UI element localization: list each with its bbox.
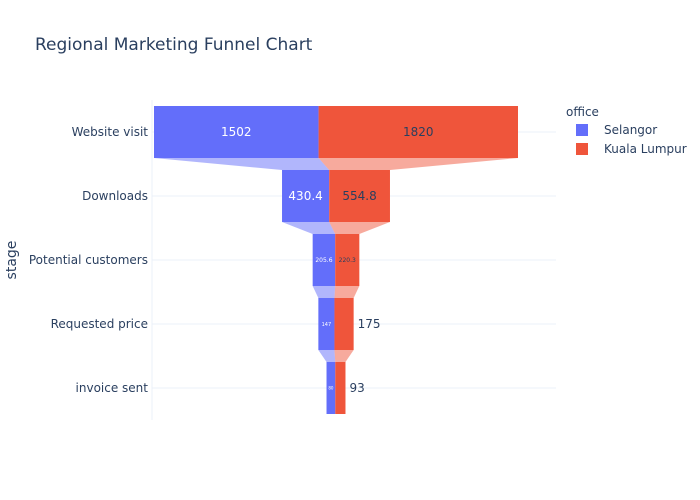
chart-title: Regional Marketing Funnel Chart [35, 35, 313, 55]
legend-label: Selangor [604, 123, 657, 137]
y-tick-label: Potential customers [29, 253, 148, 267]
y-axis-title: stage [4, 241, 20, 280]
data-label-kuala-lumpur: 93 [349, 381, 364, 395]
data-label-selangor: 1502 [221, 125, 252, 139]
data-label-kuala-lumpur: 1820 [403, 125, 434, 139]
data-label-selangor: 80 [328, 385, 334, 390]
legend-title: office [566, 105, 599, 119]
y-tick-label: Requested price [51, 317, 148, 331]
y-tick-label: invoice sent [76, 381, 149, 395]
data-label-kuala-lumpur: 220.3 [339, 257, 356, 264]
legend-swatch [576, 124, 588, 136]
data-label-kuala-lumpur: 554.8 [342, 189, 376, 203]
data-label-selangor: 147 [322, 322, 332, 328]
data-label-selangor: 430.4 [288, 189, 322, 203]
y-tick-label: Website visit [72, 125, 149, 139]
y-tick-label: Downloads [82, 189, 148, 203]
funnel-chart: Regional Marketing Funnel Chart 1502 1820… [0, 0, 700, 500]
bar-kuala-lumpur [335, 362, 346, 414]
data-label-kuala-lumpur: 175 [358, 317, 381, 331]
legend-label: Kuala Lumpur [604, 142, 687, 156]
legend-swatch [576, 143, 588, 155]
bar-kuala-lumpur [334, 298, 354, 350]
data-label-selangor: 205.6 [315, 257, 332, 264]
